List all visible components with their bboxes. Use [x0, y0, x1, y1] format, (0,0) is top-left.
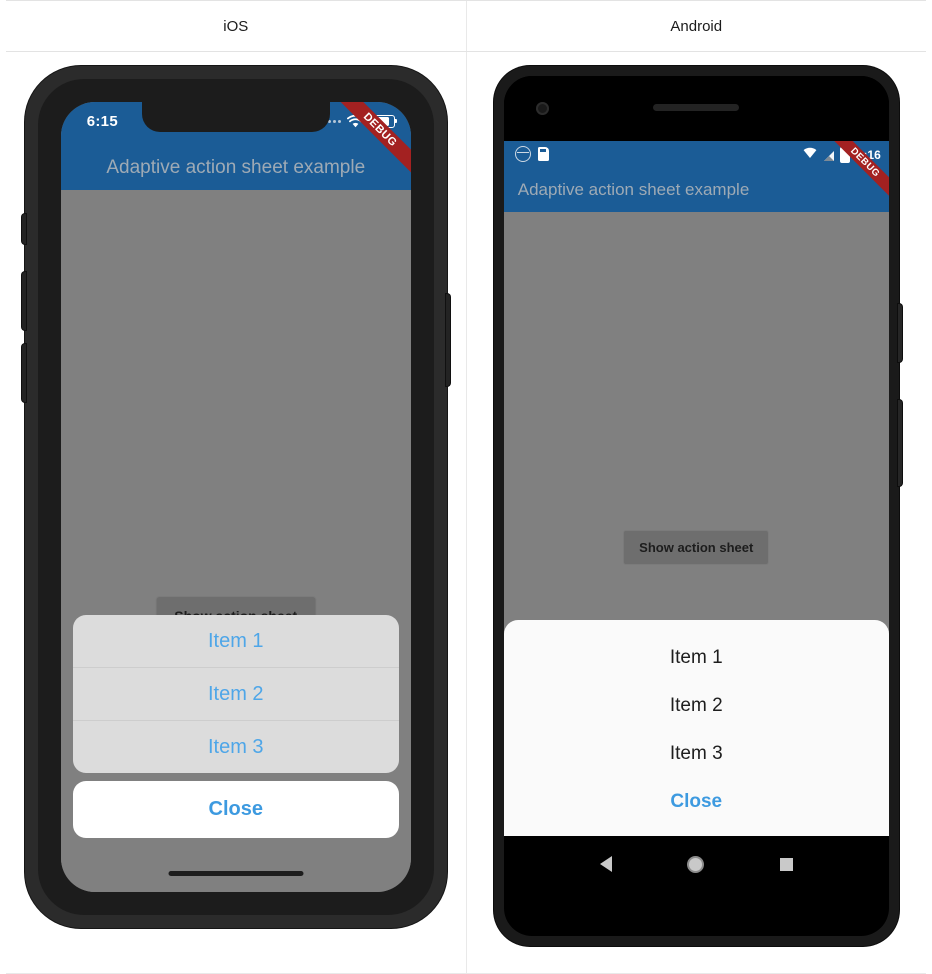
android-power-button[interactable]	[897, 304, 902, 362]
ios-device-frame: 6:15 Adaptive action sheet example Item …	[21, 66, 450, 928]
android-close-button[interactable]: Close	[504, 778, 889, 826]
ios-volume-up-button[interactable]	[21, 272, 26, 330]
android-action-item-2[interactable]: Item 2	[504, 682, 889, 730]
android-action-item-3[interactable]: Item 3	[504, 730, 889, 778]
table-body-row: 6:15 Adaptive action sheet example Item …	[6, 52, 926, 974]
recents-button-icon[interactable]	[779, 857, 793, 871]
sd-card-icon	[537, 147, 549, 161]
front-camera-icon	[535, 102, 549, 115]
earpiece-speaker	[653, 104, 740, 111]
android-device-frame: 6:16 Adaptive action sheet example Show …	[493, 66, 902, 946]
ios-close-button[interactable]: Close	[72, 781, 399, 838]
wifi-icon	[346, 115, 364, 128]
ios-action-item-3[interactable]: Item 3	[72, 720, 399, 773]
android-screen: 6:16 Adaptive action sheet example Show …	[503, 141, 889, 836]
ios-status-clock: 6:15	[86, 113, 118, 130]
column-header-android: Android	[670, 17, 723, 35]
cell-signal-icon	[822, 149, 835, 161]
android-show-action-sheet-button[interactable]: Show action sheet	[623, 530, 770, 565]
cell-android-screenshot: 6:16 Adaptive action sheet example Show …	[467, 52, 927, 973]
android-device-bezel: 6:16 Adaptive action sheet example Show …	[503, 76, 889, 936]
battery-icon	[839, 144, 850, 163]
platform-comparison-table: iOS Android 6:15 Adaptive action sheet e…	[0, 0, 932, 974]
ios-content-scrim[interactable]: Show action sheet Item 1 Item 2 Item 3 C…	[60, 190, 411, 892]
table-header-row: iOS Android	[6, 0, 926, 52]
cell-ios-screenshot: 6:15 Adaptive action sheet example Item …	[6, 52, 467, 973]
ios-silent-switch[interactable]	[21, 214, 26, 244]
android-navigation-bar	[503, 836, 889, 892]
android-status-right-icons: 6:16	[803, 144, 881, 164]
home-button-icon[interactable]	[687, 855, 705, 873]
android-status-bar: 6:16	[503, 141, 889, 167]
ios-action-sheet: Item 1 Item 2 Item 3 Close	[72, 615, 399, 838]
android-content-scrim[interactable]: Show action sheet Item 1 Item 2 Item 3 C…	[503, 212, 889, 836]
globe-icon	[514, 146, 531, 162]
battery-icon	[369, 115, 398, 128]
ios-device-bezel: 6:15 Adaptive action sheet example Item …	[37, 79, 434, 915]
android-volume-button[interactable]	[897, 400, 902, 486]
android-action-item-1[interactable]: Item 1	[504, 634, 889, 682]
ios-volume-down-button[interactable]	[21, 344, 26, 402]
wifi-icon	[803, 146, 817, 164]
back-button-icon[interactable]	[599, 856, 612, 872]
android-top-bezel	[503, 76, 889, 141]
android-status-clock: 6:16	[856, 148, 881, 162]
android-status-left-icons	[514, 146, 549, 162]
ios-power-button[interactable]	[445, 294, 450, 386]
ios-screen: 6:15 Adaptive action sheet example Item …	[60, 102, 411, 892]
ios-action-sheet-group: Item 1 Item 2 Item 3	[72, 615, 399, 773]
ios-app-bar: Adaptive action sheet example	[60, 146, 411, 190]
android-app-bar: Adaptive action sheet example	[503, 167, 889, 212]
ios-home-indicator[interactable]	[168, 871, 304, 876]
ios-notch	[141, 102, 330, 132]
android-app-bar-title: Adaptive action sheet example	[517, 179, 750, 199]
android-action-sheet: Item 1 Item 2 Item 3 Close	[503, 620, 889, 836]
ios-action-item-1[interactable]: Item 1	[73, 615, 399, 667]
column-header-ios: iOS	[6, 1, 467, 51]
ios-status-icons	[322, 115, 398, 128]
ios-action-item-2[interactable]: Item 2	[72, 667, 399, 720]
ios-app-bar-title: Adaptive action sheet example	[106, 157, 366, 178]
